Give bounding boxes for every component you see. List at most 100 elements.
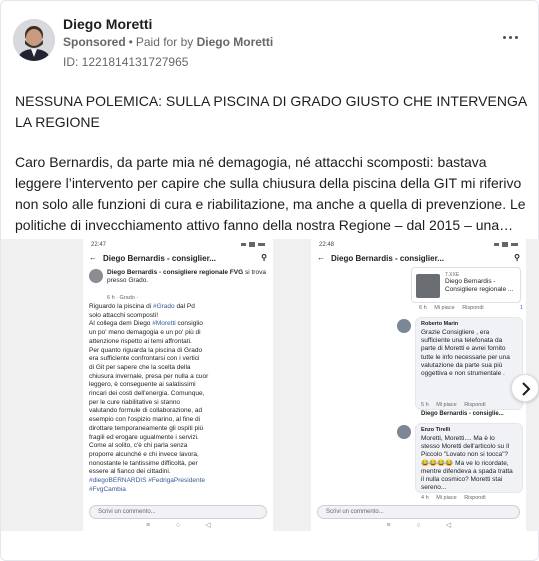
text-line: proporre alcunché e chi invece lavora, [89, 450, 199, 458]
text-line: tutte le info necessarie per una [421, 353, 510, 361]
comment-input[interactable]: Scrivi un commento... [89, 505, 267, 519]
text-line: mentre difendeva a spada tratta [421, 467, 513, 475]
post-age: 6 h [419, 305, 427, 311]
hashtag-link[interactable]: #Grado [153, 303, 175, 310]
text-line: Al collega dem Diego #Moretti consiglio [89, 320, 203, 328]
system-nav: ≡ ○ ◁ [83, 521, 273, 529]
text-line: il nulla cosmico? Moretti stai [421, 476, 503, 484]
hashtag-link[interactable]: #Moretti [152, 320, 175, 327]
advertiser-name[interactable]: Diego Moretti [63, 16, 152, 32]
text-line: dirottare temporaneamente gli ospiti più [89, 424, 204, 432]
more-options-button[interactable] [500, 31, 522, 45]
paid-for-name: Diego Moretti [196, 35, 274, 49]
carousel-image-2[interactable]: 22:48 ← Diego Bernardis - consiglier... … [311, 239, 526, 531]
comment-author: Enzo Tirelli [421, 427, 451, 433]
author-name-line: Diego Bernardis - consigliere regionale … [107, 269, 267, 285]
comment-bubble: Roberto Marin Grazie Consigliere , era su… [415, 317, 523, 410]
back-arrow-icon[interactable]: ← [317, 253, 325, 262]
text-line: esempio con l'ospizio marino, al fine di [89, 416, 201, 424]
app-nav: ← Diego Bernardis - consiglier... ⚲ [89, 253, 267, 267]
text-line: solo attacchi scomposti! [89, 311, 159, 319]
text-line: valutando formule di collaborazione, ad [89, 407, 203, 415]
search-icon[interactable]: ⚲ [261, 253, 267, 262]
text-line: parte di Moretti e avrei fornito [421, 345, 506, 353]
back-arrow-icon[interactable]: ← [89, 253, 97, 262]
commenter-avatar [397, 319, 411, 333]
recent-apps-icon[interactable]: ≡ [133, 522, 163, 529]
like-link[interactable]: Mi piace [434, 305, 454, 311]
text-line: Moretti, Moretti.... Ma è lo [421, 435, 495, 442]
quoted-post[interactable]: 7.XXE Diego Bernardis - Consigliere regi… [411, 267, 521, 303]
nav-title: Diego Bernardis - consiglier... [331, 254, 444, 263]
post-text: Riguardo la piscina di #Grado dal Pd solo… [89, 303, 219, 494]
comment-actions: 5 h Mi piace Rispondi [421, 402, 492, 408]
text-line: 😂😂😂😂 Ma ve lo ricordate, [421, 459, 509, 467]
hashtag-link[interactable]: #FedrigaPresidente [148, 477, 205, 484]
hashtag-link[interactable]: #FvgCambia [89, 486, 126, 493]
text-line: per le cure riabilitative si stanno [89, 398, 181, 406]
home-icon[interactable]: ○ [404, 522, 434, 529]
text-line: sereno... [421, 484, 447, 492]
quoted-post-thumbnail [416, 274, 440, 298]
text-line: leggero, è conseguente ai salatissimi [89, 381, 196, 389]
dot-separator: • [128, 35, 133, 49]
more-icon-dot [515, 36, 518, 39]
reply-author[interactable]: Diego Bernardis - consiglie... [421, 411, 504, 417]
post-meta: 6 h · Grado · [107, 295, 139, 301]
text-line: rincari dei costi dell'energia. Comunque… [89, 390, 205, 398]
commenter-avatar [397, 425, 411, 439]
text-line: essere al fianco dei cittadini. [89, 468, 171, 476]
image-carousel[interactable]: 22:47 ← Diego Bernardis - consiglier... … [1, 239, 539, 531]
home-icon[interactable]: ○ [163, 522, 193, 529]
back-icon[interactable]: ◁ [434, 521, 464, 529]
carousel-next-button[interactable] [511, 374, 539, 402]
like-link[interactable]: Mi piace [436, 495, 456, 501]
status-time: 22:47 [91, 242, 107, 248]
comment-input[interactable]: Scrivi un commento... [317, 505, 520, 519]
hashtag-link[interactable]: #diegoBERNARDIS [89, 477, 146, 484]
back-icon[interactable]: ◁ [193, 521, 223, 529]
status-icons [494, 242, 518, 247]
comment-text: Moretti, Moretti.... Ma è lo stesso Moret… [421, 435, 517, 492]
text-line: Come al solito, c'è chi parla senza [89, 442, 188, 450]
text-line: di Git per sapere che la scelta della [89, 363, 191, 371]
reply-link[interactable]: Rispondi [462, 305, 483, 311]
post-actions: 6 h Mi piace Rispondi 1 [419, 305, 523, 311]
text-line: era sufficiente confrontarsi con i verti… [89, 355, 200, 363]
comment-actions: 4 h Mi piace Rispondi [421, 495, 492, 501]
post-body: Caro Bernardis, da parte mia né demagogi… [15, 154, 526, 233]
ad-card: Diego Moretti Sponsored • Paid for by Dieg… [0, 0, 539, 561]
text-line: #diegoBERNARDIS #FedrigaPresidente [89, 477, 219, 486]
recent-apps-icon[interactable]: ≡ [374, 522, 404, 529]
post-headline: NESSUNA POLEMICA: SULLA PISCINA DI GRADO… [15, 93, 527, 130]
comment-text: Grazie Consigliere , era sufficiente una … [421, 329, 517, 378]
text-line: Per quanto riguarda la piscina di Grado [89, 346, 203, 354]
author-name: Diego Bernardis - consigliere regionale … [107, 269, 244, 276]
like-link[interactable]: Mi piace [436, 402, 456, 408]
status-time: 22:48 [319, 242, 335, 248]
comment-age: 5 h [421, 402, 429, 408]
comment-author: Roberto Marin [421, 321, 459, 327]
ad-header: Diego Moretti Sponsored • Paid for by Dieg… [13, 13, 528, 71]
text-line: Grazie Consigliere , era [421, 329, 490, 336]
paid-for-label: Paid for by [135, 35, 194, 49]
text-line: #FvgCambia [89, 486, 219, 495]
person-icon [13, 19, 55, 61]
system-nav: ≡ ○ ◁ [311, 521, 526, 529]
status-icons [241, 242, 265, 247]
reaction-count: 1 [519, 305, 523, 311]
carousel-image-1[interactable]: 22:47 ← Diego Bernardis - consiglier... … [83, 239, 273, 531]
text-line: chiusura invernale, presa per nulla a cu… [89, 372, 209, 380]
more-icon-dot [509, 36, 512, 39]
comment-bubble: Enzo Tirelli Moretti, Moretti.... Ma è l… [415, 423, 523, 493]
comment-age: 4 h [421, 495, 429, 501]
reply-link[interactable]: Rispondi [464, 402, 485, 408]
text-line: un po' meno demagogia e un po' più di [89, 329, 201, 337]
text-line: nonostante le tantissime difficoltà, per [89, 459, 198, 467]
advertiser-avatar[interactable] [13, 19, 55, 61]
reply-link[interactable]: Rispondi [464, 495, 485, 501]
more-icon [503, 36, 506, 39]
text-line: attenzione rispetto ai temi affrontati. [89, 337, 192, 345]
search-icon[interactable]: ⚲ [514, 253, 520, 262]
chevron-right-icon [522, 382, 531, 396]
